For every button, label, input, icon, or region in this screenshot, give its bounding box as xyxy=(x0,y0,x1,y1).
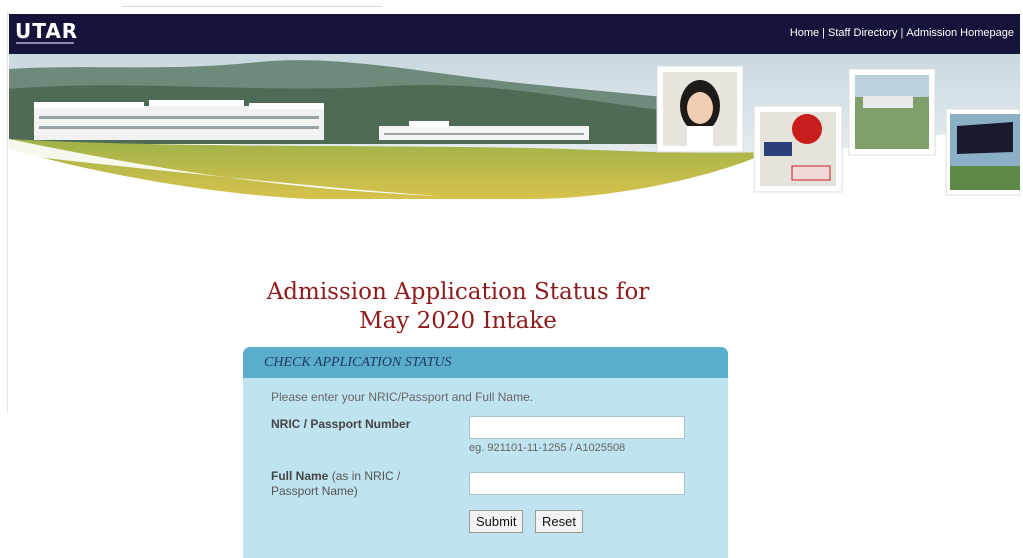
full-name-label: Full Name (as in NRIC / Passport Name) xyxy=(271,469,441,499)
nric-label: NRIC / Passport Number xyxy=(271,417,410,432)
nric-label-text: NRIC / Passport Number xyxy=(271,417,411,431)
panel-heading: CHECK APPLICATION STATUS xyxy=(243,347,728,378)
site-header: UTAR Home | Staff Directory | Admission Home… xyxy=(9,14,1020,54)
student-photo xyxy=(656,65,744,153)
nric-passport-input[interactable] xyxy=(469,416,685,439)
page-title: Admission Application Status for May 202… xyxy=(200,278,716,336)
flag-photo xyxy=(945,108,1020,196)
submit-button[interactable]: Submit xyxy=(469,510,524,533)
reset-button[interactable]: Reset xyxy=(535,510,583,533)
logo-text: UTAR xyxy=(15,19,79,43)
logo-tagline-bar xyxy=(16,42,74,44)
campus-banner xyxy=(9,54,1020,199)
nav-admission-homepage-link[interactable]: Admission Homepage xyxy=(906,27,1014,39)
full-name-input[interactable] xyxy=(469,472,685,495)
page-title-line-1: Admission Application Status for xyxy=(266,279,650,305)
nav-home-link[interactable]: Home xyxy=(790,27,819,39)
nav-staff-directory-link[interactable]: Staff Directory xyxy=(828,27,898,39)
left-divider xyxy=(7,12,8,412)
page-title-line-2: May 2020 Intake xyxy=(359,308,557,334)
top-nav: Home | Staff Directory | Admission Homepage xyxy=(790,27,1014,39)
nav-separator: | xyxy=(822,27,826,39)
campus-banner-image xyxy=(9,54,1020,199)
panel-instructions: Please enter your NRIC/Passport and Full… xyxy=(271,390,534,404)
campus-building-left xyxy=(34,100,324,140)
check-status-panel: CHECK APPLICATION STATUS Please enter yo… xyxy=(243,347,728,558)
campus-photo xyxy=(848,68,936,156)
utar-logo[interactable]: UTAR xyxy=(15,20,85,48)
top-divider xyxy=(122,6,382,7)
nric-example-hint: eg. 921101-11-1255 / A1025508 xyxy=(469,442,626,454)
stamp-photo xyxy=(753,105,843,193)
full-name-label-bold: Full Name xyxy=(271,469,329,483)
